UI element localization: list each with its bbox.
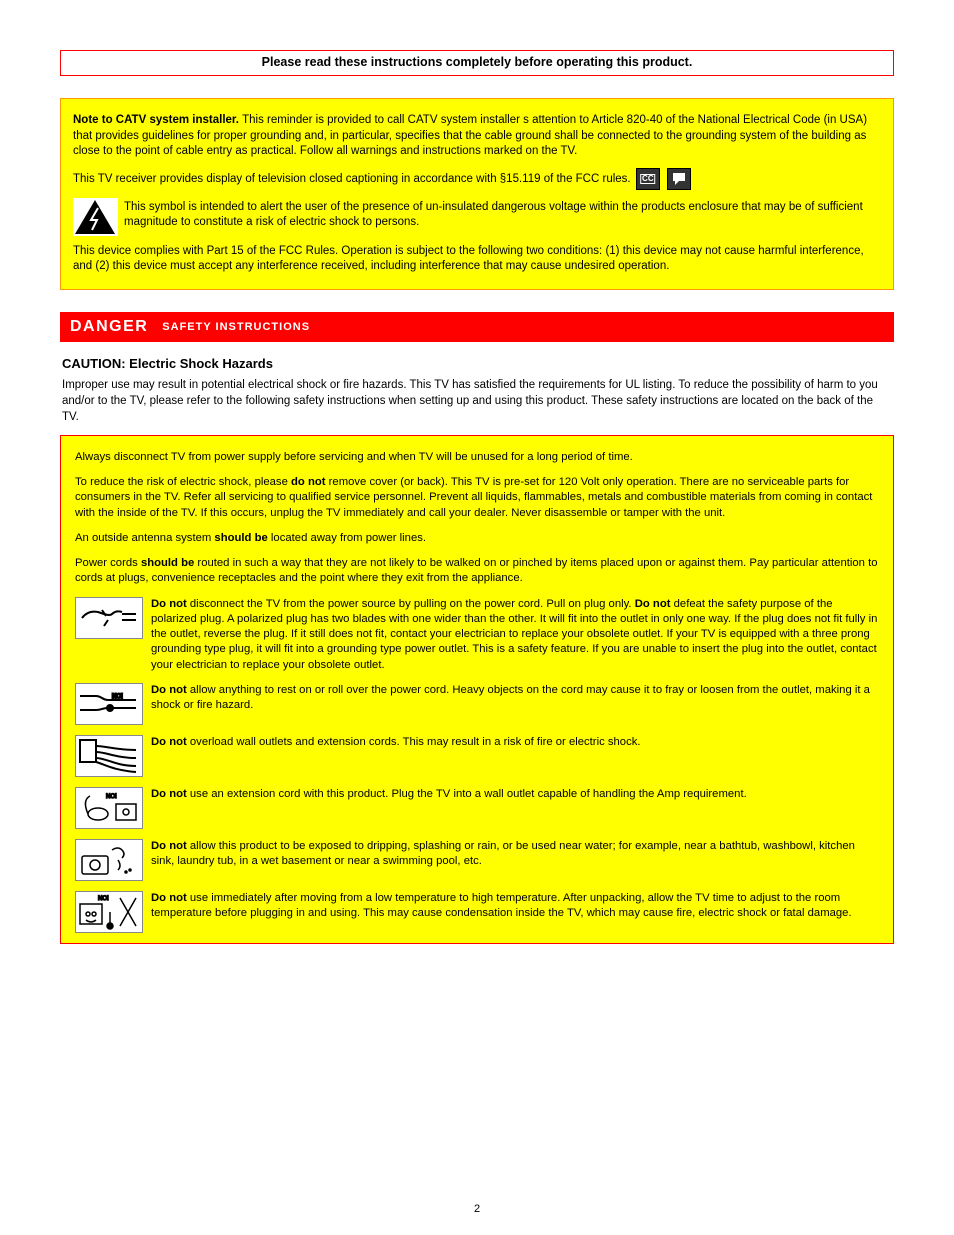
safety-row-plug-text: Do not disconnect the TV from the power …	[151, 597, 879, 673]
safety-p2a: To reduce the risk of electric shock, pl…	[75, 476, 291, 488]
temperature-icon: NO!	[75, 891, 143, 933]
safety-row2b: allow anything to rest on or roll over t…	[151, 684, 870, 711]
caution-heading: CAUTION: Electric Shock Hazards	[62, 356, 892, 371]
safety-box: Always disconnect TV from power supply b…	[60, 435, 894, 944]
safety-row-cord: NO! Do not allow anything to rest on or …	[75, 683, 879, 725]
svg-text:NO!: NO!	[112, 694, 123, 700]
safety-p3c: located away from power lines.	[268, 532, 426, 544]
safety-row-extension: NO! Do not use an extension cord with th…	[75, 787, 879, 829]
safety-row-temperature-text: Do not use immediately after moving from…	[151, 891, 879, 922]
safety-row-water: Do not allow this product to be exposed …	[75, 839, 879, 881]
shock-alert-icon	[73, 198, 118, 236]
svg-text:NO!: NO!	[106, 794, 117, 800]
safety-row1a: Do not	[151, 598, 187, 610]
safety-p4c: routed in such a way that they are not l…	[75, 557, 878, 584]
safety-p3b: should be	[214, 532, 267, 544]
danger-title-bar: DANGER SAFETY INSTRUCTIONS	[60, 312, 894, 342]
safety-p3a: An outside antenna system	[75, 532, 214, 544]
safety-p2b: do not	[291, 476, 326, 488]
safety-row-plug: Do not disconnect the TV from the power …	[75, 597, 879, 673]
safety-row4b: use an extension cord with this product.…	[187, 788, 747, 800]
safety-p4a: Power cords	[75, 557, 141, 569]
caution-paragraph: Improper use may result in potential ele…	[62, 377, 892, 425]
safety-p4b: should be	[141, 557, 194, 569]
safety-row-extension-text: Do not use an extension cord with this p…	[151, 787, 879, 802]
safety-p4: Power cords should be routed in such a w…	[75, 556, 879, 587]
shock-alert-text: This symbol is intended to alert the use…	[124, 198, 881, 231]
plug-icon	[75, 597, 143, 639]
page-number: 2	[474, 1203, 480, 1215]
safety-row3a: Do not	[151, 736, 187, 748]
safety-p1: Always disconnect TV from power supply b…	[75, 450, 879, 465]
safety-row4a: Do not	[151, 788, 187, 800]
fcc-note: This device complies with Part 15 of the…	[73, 244, 881, 275]
safety-row-outlet: Do not overload wall outlets and extensi…	[75, 735, 879, 777]
safety-row5b: allow this product to be exposed to drip…	[151, 840, 855, 867]
speech-bubble-icon	[667, 168, 691, 190]
shock-alert-row: This symbol is intended to alert the use…	[73, 198, 881, 236]
safety-row6b: use immediately after moving from a low …	[151, 892, 852, 919]
safety-row-water-text: Do not allow this product to be exposed …	[151, 839, 879, 870]
safety-row6a: Do not	[151, 892, 187, 904]
danger-subtitle: SAFETY INSTRUCTIONS	[162, 321, 310, 333]
safety-p2: To reduce the risk of electric shock, pl…	[75, 475, 879, 521]
svg-text:NO!: NO!	[98, 896, 109, 902]
catv-note: Note to CATV system installer. This remi…	[73, 113, 881, 160]
overload-outlet-icon	[75, 735, 143, 777]
page-root: Please read these instructions completel…	[0, 0, 954, 1235]
closed-caption-icon	[636, 168, 660, 190]
safety-row-cord-text: Do not allow anything to rest on or roll…	[151, 683, 879, 714]
read-instructions-text: Please read these instructions completel…	[262, 55, 693, 69]
safety-row1a2: Do not	[635, 598, 671, 610]
safety-p3: An outside antenna system should be loca…	[75, 531, 879, 546]
cc-note-text: This TV receiver provides display of tel…	[73, 173, 631, 185]
extension-cord-icon: NO!	[75, 787, 143, 829]
safety-row5a: Do not	[151, 840, 187, 852]
read-instructions-box: Please read these instructions completel…	[60, 50, 894, 76]
safety-row-temperature: NO! Do not use immediately after moving …	[75, 891, 879, 933]
safety-row2a: Do not	[151, 684, 187, 696]
safety-row3b: overload wall outlets and extension cord…	[187, 736, 641, 748]
catv-note-lead: Note to CATV system installer.	[73, 114, 242, 126]
cc-note: This TV receiver provides display of tel…	[73, 168, 881, 190]
safety-row1b: disconnect the TV from the power source …	[187, 598, 632, 610]
water-hazard-icon	[75, 839, 143, 881]
safety-row-outlet-text: Do not overload wall outlets and extensi…	[151, 735, 879, 750]
danger-title: DANGER	[70, 318, 148, 335]
cord-fray-icon: NO!	[75, 683, 143, 725]
notice-box: Note to CATV system installer. This remi…	[60, 98, 894, 290]
